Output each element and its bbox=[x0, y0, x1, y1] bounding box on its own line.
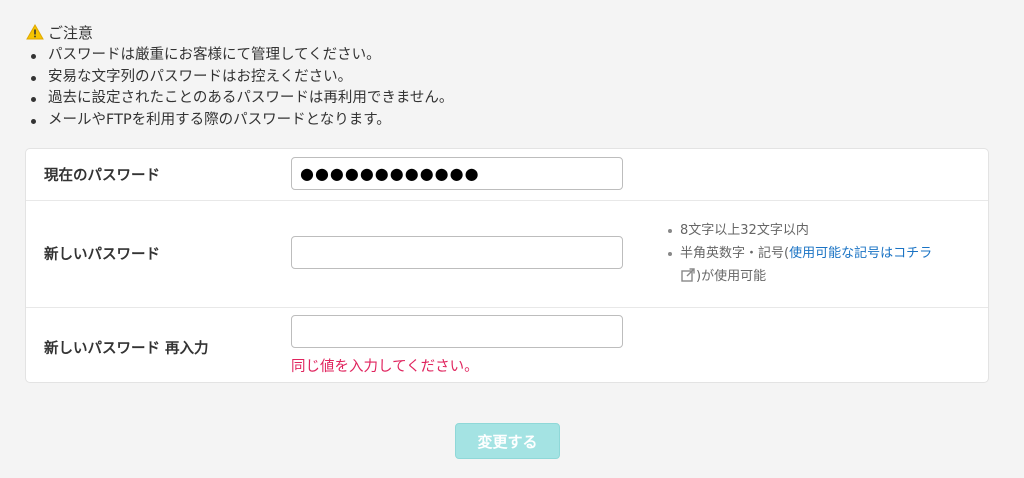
allowed-symbols-link-text[interactable]: 使用可能な記号はコチラ bbox=[789, 246, 932, 261]
confirm-password-row: 新しいパスワード 再入力 同じ値を入力してください。 bbox=[26, 307, 988, 383]
password-form-panel: 現在のパスワード 新しいパスワード 8文字以上32文字以内 半角英数字・記号(使… bbox=[25, 148, 989, 383]
confirm-password-label: 新しいパスワード 再入力 bbox=[44, 341, 209, 357]
hint-chars-prefix: 半角英数字・記号( bbox=[680, 246, 790, 261]
current-password-input[interactable] bbox=[291, 157, 623, 190]
hint-length-text: 8文字以上32文字以内 bbox=[680, 223, 809, 238]
hint-characters: 半角英数字・記号(使用可能な記号はコチラ )が使用可能 bbox=[666, 242, 976, 288]
notice-item: パスワードは厳重にお客様にて管理してください。 bbox=[26, 45, 453, 67]
confirm-password-input[interactable] bbox=[291, 315, 623, 348]
notice-title-text: ご注意 bbox=[48, 23, 94, 42]
change-password-button[interactable]: 変更する bbox=[455, 423, 560, 459]
external-link-icon[interactable] bbox=[681, 268, 695, 282]
notice-title: ご注意 bbox=[26, 22, 453, 42]
notice-item: 安易な文字列のパスワードはお控えください。 bbox=[26, 67, 453, 89]
hint-chars-suffix: )が使用可能 bbox=[696, 269, 767, 284]
notice-item: メールやFTPを利用する際のパスワードとなります。 bbox=[26, 110, 453, 132]
confirm-password-error: 同じ値を入力してください。 bbox=[291, 359, 479, 375]
notice-item: 過去に設定されたことのあるパスワードは再利用できません。 bbox=[26, 88, 453, 110]
password-hints: 8文字以上32文字以内 半角英数字・記号(使用可能な記号はコチラ )が使用可能 bbox=[666, 219, 976, 288]
notice-list: パスワードは厳重にお客様にて管理してください。 安易な文字列のパスワードはお控え… bbox=[26, 45, 453, 131]
current-password-label: 現在のパスワード bbox=[44, 168, 160, 184]
new-password-label: 新しいパスワード bbox=[44, 247, 160, 263]
current-password-row: 現在のパスワード bbox=[26, 149, 988, 201]
warning-triangle-icon bbox=[26, 24, 44, 40]
new-password-input[interactable] bbox=[291, 236, 623, 269]
new-password-row: 新しいパスワード 8文字以上32文字以内 半角英数字・記号(使用可能な記号はコチ… bbox=[26, 200, 988, 308]
notice-section: ご注意 パスワードは厳重にお客様にて管理してください。 安易な文字列のパスワード… bbox=[26, 22, 453, 131]
hint-length: 8文字以上32文字以内 bbox=[666, 219, 976, 242]
